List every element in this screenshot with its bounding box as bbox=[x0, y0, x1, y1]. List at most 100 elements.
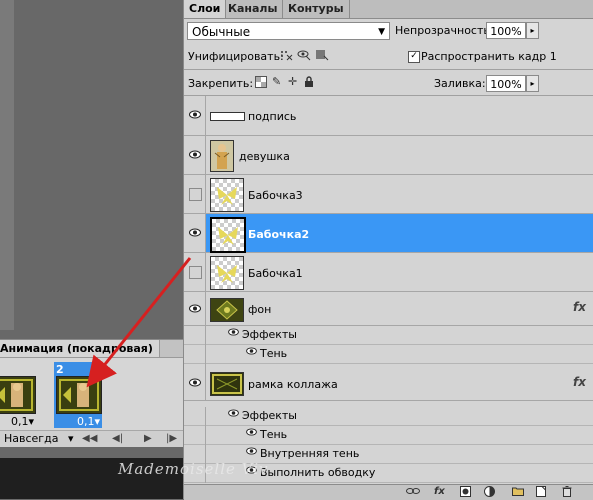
fill-input[interactable]: 100% bbox=[486, 75, 526, 92]
fill-slider-button[interactable]: ▸ bbox=[526, 75, 539, 92]
animation-frame-1[interactable]: 1 0,1▾ bbox=[0, 362, 36, 428]
layer-row-ramka[interactable]: рамка коллажа fx bbox=[184, 364, 593, 401]
visibility-toggle[interactable] bbox=[184, 214, 206, 252]
layer-name[interactable]: подпись bbox=[248, 110, 296, 123]
eye-icon[interactable] bbox=[246, 347, 257, 358]
trash-icon[interactable] bbox=[562, 486, 572, 500]
play-button[interactable]: ▶ bbox=[144, 433, 152, 444]
layers-list: подпись девушка Бабочка3 Бабочка2 Бабочк… bbox=[184, 96, 593, 484]
layer-row-podpis[interactable]: подпись bbox=[184, 96, 593, 136]
eye-icon bbox=[189, 109, 201, 122]
brush-icon[interactable]: ✎ bbox=[272, 75, 281, 88]
propagate-checkbox[interactable]: ✓ bbox=[408, 51, 420, 63]
visibility-toggle[interactable] bbox=[184, 364, 206, 400]
eye-icon[interactable] bbox=[246, 428, 257, 439]
eye-icon bbox=[189, 377, 201, 390]
layer-name[interactable]: фон bbox=[248, 303, 271, 316]
layer-row-fon[interactable]: фон fx bbox=[184, 292, 593, 326]
fx-icon[interactable]: fx bbox=[573, 300, 586, 314]
frame-delay[interactable]: 0,1▾ bbox=[11, 415, 34, 428]
effects-row[interactable]: Эффекты bbox=[184, 407, 593, 426]
eye-icon bbox=[189, 303, 201, 316]
layer-name[interactable]: девушка bbox=[239, 150, 290, 163]
lock-transparency-icon[interactable] bbox=[255, 76, 267, 91]
layer-name[interactable]: Бабочка3 bbox=[248, 189, 303, 202]
animation-panel: Анимация (покадровая) 1 0,1▾ 2 0 bbox=[0, 339, 183, 447]
layers-tabbar: Слои Каналы Контуры bbox=[184, 0, 593, 19]
prev-frame-button[interactable]: ◀| bbox=[112, 433, 123, 444]
blend-mode-value: Обычные bbox=[192, 25, 251, 39]
effects-label: Эффекты bbox=[242, 328, 297, 341]
opacity-input[interactable]: 100% bbox=[486, 22, 526, 39]
loop-select[interactable]: Навсегда ▾ bbox=[4, 432, 73, 445]
layer-row-babochka1[interactable]: Бабочка1 bbox=[184, 253, 593, 292]
layer-thumbnail bbox=[210, 178, 244, 212]
unify-label: Унифицировать: bbox=[188, 50, 284, 63]
fill-label: Заливка: bbox=[434, 77, 486, 90]
tab-channels[interactable]: Каналы bbox=[223, 0, 284, 18]
workspace-strip bbox=[0, 0, 14, 330]
layer-name[interactable]: Бабочка1 bbox=[248, 267, 303, 280]
visibility-toggle[interactable] bbox=[184, 292, 206, 325]
effect-label: Внутренняя тень bbox=[260, 447, 360, 460]
first-frame-button[interactable]: ◀◀ bbox=[82, 433, 97, 444]
frame-number: 2 bbox=[56, 363, 64, 376]
blend-mode-select[interactable]: Обычные ▼ bbox=[187, 22, 390, 40]
layer-thumbnail bbox=[210, 217, 246, 253]
frame-delay[interactable]: 0,1▾ bbox=[77, 415, 100, 428]
layer-mask-icon[interactable] bbox=[460, 486, 471, 500]
layer-name[interactable]: Бабочка2 bbox=[248, 228, 309, 241]
effect-shadow-row[interactable]: Тень bbox=[184, 426, 593, 445]
fx-icon[interactable]: fx bbox=[434, 486, 445, 497]
visibility-toggle[interactable] bbox=[184, 326, 206, 345]
layer-row-babochka2[interactable]: Бабочка2 bbox=[184, 214, 593, 253]
eye-icon[interactable] bbox=[228, 409, 239, 420]
adjustment-layer-icon[interactable] bbox=[484, 486, 495, 500]
effects-row[interactable]: Эффекты bbox=[184, 326, 593, 345]
animation-frame-2[interactable]: 2 0,1▾ bbox=[54, 362, 102, 428]
opacity-slider-button[interactable]: ▸ bbox=[526, 22, 539, 39]
lock-label: Закрепить: bbox=[188, 77, 254, 90]
lock-all-icon[interactable] bbox=[304, 76, 314, 91]
next-frame-button[interactable]: |▶ bbox=[166, 433, 177, 444]
hidden-checkbox bbox=[189, 188, 202, 201]
tab-animation[interactable]: Анимация (покадровая) bbox=[0, 340, 160, 357]
unify-visibility-icon[interactable] bbox=[297, 49, 311, 64]
watermark: Mademoiselle Viv bbox=[118, 460, 269, 478]
layer-thumbnail bbox=[210, 372, 244, 396]
propagate-label: Распространить кадр 1 bbox=[421, 50, 557, 63]
visibility-toggle[interactable] bbox=[184, 136, 206, 174]
eye-icon[interactable] bbox=[228, 328, 239, 339]
visibility-toggle[interactable] bbox=[184, 407, 206, 426]
chevron-down-icon: ▼ bbox=[378, 27, 385, 37]
layer-row-devushka[interactable]: девушка bbox=[184, 136, 593, 175]
fx-icon[interactable]: fx bbox=[573, 375, 586, 389]
effects-label: Эффекты bbox=[242, 409, 297, 422]
visibility-toggle[interactable] bbox=[184, 426, 206, 445]
new-layer-icon[interactable] bbox=[536, 486, 546, 500]
frame-thumbnail bbox=[56, 376, 102, 414]
layer-name[interactable]: рамка коллажа bbox=[248, 378, 338, 391]
layer-thumbnail bbox=[210, 298, 244, 322]
effect-label: Тень bbox=[260, 428, 288, 441]
layer-thumbnail bbox=[210, 140, 234, 172]
tab-layers[interactable]: Слои bbox=[184, 0, 227, 18]
unify-position-icon[interactable] bbox=[279, 49, 293, 64]
folder-icon[interactable] bbox=[512, 486, 524, 499]
layers-footer: fx bbox=[184, 484, 593, 500]
unify-style-icon[interactable] bbox=[315, 49, 329, 64]
visibility-toggle[interactable] bbox=[184, 253, 206, 291]
animation-tabbar: Анимация (покадровая) bbox=[0, 340, 183, 358]
layer-thumbnail bbox=[210, 112, 245, 121]
move-icon[interactable]: ✛ bbox=[288, 75, 297, 88]
link-layers-icon[interactable] bbox=[406, 486, 420, 499]
eye-icon[interactable] bbox=[246, 447, 257, 458]
layer-row-babochka3[interactable]: Бабочка3 bbox=[184, 175, 593, 214]
loop-value: Навсегда bbox=[4, 432, 59, 445]
visibility-toggle[interactable] bbox=[184, 175, 206, 213]
tab-paths[interactable]: Контуры bbox=[283, 0, 350, 18]
effect-shadow-row[interactable]: Тень bbox=[184, 345, 593, 364]
visibility-toggle[interactable] bbox=[184, 96, 206, 135]
visibility-toggle[interactable] bbox=[184, 345, 206, 364]
frame-thumbnail bbox=[0, 376, 36, 414]
